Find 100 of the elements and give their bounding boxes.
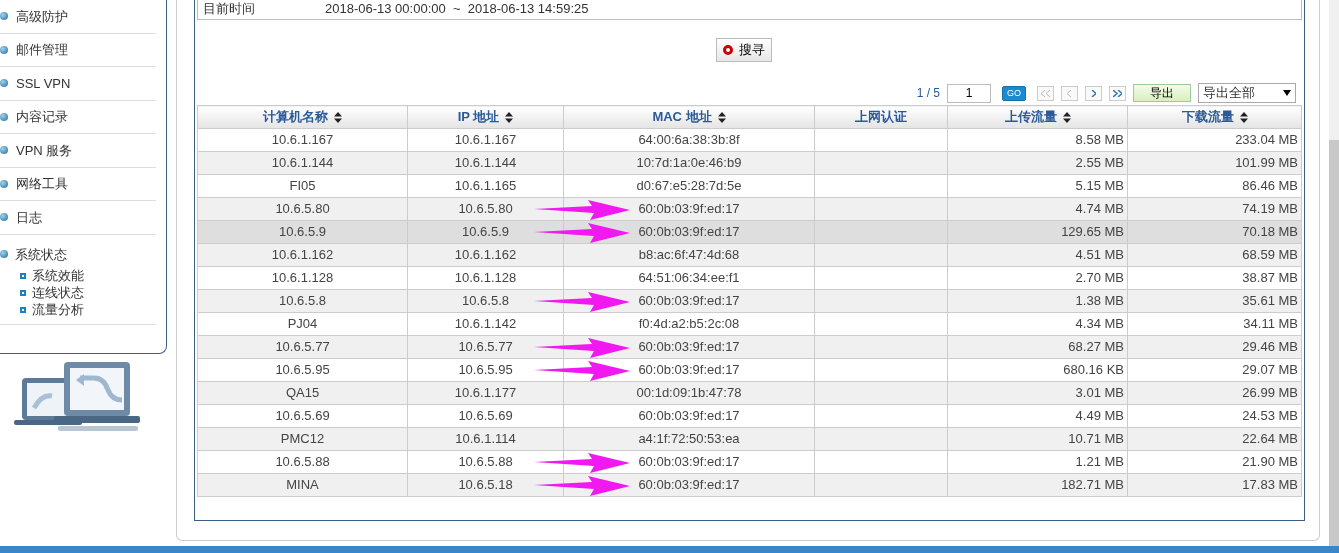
search-button[interactable]: 搜寻	[715, 38, 772, 62]
left-chevron-icon	[1067, 89, 1072, 97]
table-cell: 00:1d:09:1b:47:78	[563, 381, 815, 405]
sidebar-subitem[interactable]: 系统效能	[32, 267, 84, 285]
table-cell: 10.6.1.162	[407, 243, 564, 267]
table-cell: 34.11 MB	[1127, 312, 1302, 336]
sidebar-item[interactable]: 内容记录	[16, 107, 68, 127]
table-cell: 35.61 MB	[1127, 289, 1302, 313]
export-select[interactable]: 导出全部	[1198, 83, 1296, 103]
export-button[interactable]: 导出	[1133, 84, 1191, 102]
square-bullet-icon	[20, 289, 26, 296]
sort-icon[interactable]	[717, 112, 726, 124]
sidebar-item[interactable]: 网络工具	[16, 174, 68, 194]
table-cell: 10.6.5.8	[197, 289, 408, 313]
table-cell: 3.01 MB	[947, 381, 1128, 405]
column-header[interactable]: 上传流量	[947, 105, 1128, 129]
double-right-chevron-icon	[1113, 89, 1122, 97]
table-cell: 10.6.1.144	[197, 151, 408, 175]
sidebar-item[interactable]: SSL VPN	[16, 73, 71, 93]
table-cell: 8.58 MB	[947, 128, 1128, 152]
table-cell: 10.6.1.114	[407, 427, 564, 451]
table-cell: MINA	[197, 473, 408, 497]
table-cell: d0:67:e5:28:7d:5e	[563, 174, 815, 198]
table-cell: b8:ac:6f:47:4d:68	[563, 243, 815, 267]
square-bullet-icon	[20, 306, 26, 313]
table-cell: 10.6.1.162	[197, 243, 408, 267]
table-cell: 10.6.1.128	[407, 266, 564, 290]
table-cell: 10.6.5.69	[197, 404, 408, 428]
go-button[interactable]: GO	[1002, 85, 1026, 101]
sidebar-item[interactable]: 邮件管理	[16, 40, 68, 60]
column-header[interactable]: 下载流量	[1127, 105, 1302, 129]
table-cell: 10.6.1.165	[407, 174, 564, 198]
sort-icon[interactable]	[334, 112, 342, 124]
dropdown-arrow-icon	[1283, 90, 1291, 96]
table-cell: 129.65 MB	[947, 220, 1128, 244]
sidebar-item[interactable]: 日志	[16, 207, 42, 227]
table-cell: 26.99 MB	[1127, 381, 1302, 405]
sidebar-item[interactable]: 高级防护	[16, 6, 68, 26]
table-cell: 4.74 MB	[947, 197, 1128, 221]
column-header: 上网认证	[814, 105, 948, 129]
table-cell: 101.99 MB	[1127, 151, 1302, 175]
table-cell: 10.6.1.128	[197, 266, 408, 290]
sidebar-item[interactable]: VPN 服务	[16, 140, 73, 160]
sidebar-subitem[interactable]: 流量分析	[32, 301, 84, 319]
table-cell: 68.27 MB	[947, 335, 1128, 359]
table-cell: 10.6.5.88	[197, 450, 408, 474]
table-cell: 1.38 MB	[947, 289, 1128, 313]
double-left-chevron-icon	[1041, 89, 1050, 97]
table-cell: f0:4d:a2:b5:2c:08	[563, 312, 815, 336]
page-input[interactable]: 1	[947, 83, 991, 103]
table-cell: 10.6.1.142	[407, 312, 564, 336]
table-cell: 680.16 KB	[947, 358, 1128, 382]
table-cell: 2.55 MB	[947, 151, 1128, 175]
table-cell: 74.19 MB	[1127, 197, 1302, 221]
next-page-button[interactable]	[1085, 85, 1102, 101]
table-cell: 86.46 MB	[1127, 174, 1302, 198]
table-cell: 10.6.5.69	[407, 404, 564, 428]
table-cell: 68.59 MB	[1127, 243, 1302, 267]
table-cell: 29.07 MB	[1127, 358, 1302, 382]
time-value: 2018-06-13 00:00:00 ~ 2018-06-13 14:59:25	[325, 2, 589, 15]
bullet-icon	[0, 112, 8, 121]
last-page-button[interactable]	[1109, 85, 1126, 101]
sort-icon[interactable]	[1239, 112, 1248, 124]
bullet-icon	[0, 79, 8, 88]
time-label: 目前时间	[203, 2, 255, 15]
table-cell: 10.71 MB	[947, 427, 1128, 451]
table-cell: 21.90 MB	[1127, 450, 1302, 474]
table-cell: 24.53 MB	[1127, 404, 1302, 428]
table-cell: 64:51:06:34:ee:f1	[563, 266, 815, 290]
table-cell: QA15	[197, 381, 408, 405]
sidebar-item[interactable]: 系统状态	[14, 244, 67, 264]
table-cell: FI05	[197, 174, 408, 198]
column-header[interactable]: 计算机名称	[197, 105, 408, 129]
table-cell: PMC12	[197, 427, 408, 451]
table-cell: 10.6.1.167	[407, 128, 564, 152]
column-header[interactable]: IP 地址	[407, 105, 564, 129]
table-cell: 38.87 MB	[1127, 266, 1302, 290]
scrollbar-thumb[interactable]	[1329, 140, 1339, 546]
sidebar-subitem[interactable]: 连线状态	[32, 284, 84, 302]
column-header[interactable]: MAC 地址	[563, 105, 815, 129]
table-cell: 4.34 MB	[947, 312, 1128, 336]
table-cell: 5.15 MB	[947, 174, 1128, 198]
bullet-icon	[0, 146, 8, 155]
table-cell: 4.49 MB	[947, 404, 1128, 428]
table-cell: 10.6.5.77	[197, 335, 408, 359]
table-cell: 10.6.1.167	[197, 128, 408, 152]
table-cell: 10.6.5.95	[197, 358, 408, 382]
table-cell: 22.64 MB	[1127, 427, 1302, 451]
bullet-icon	[0, 12, 8, 21]
sort-icon[interactable]	[505, 112, 514, 124]
page-indicator: 1 / 5	[916, 85, 940, 102]
table-cell: 4.51 MB	[947, 243, 1128, 267]
table-cell: 10.6.5.80	[197, 197, 408, 221]
table-cell: 2.70 MB	[947, 266, 1128, 290]
sort-icon[interactable]	[1062, 112, 1071, 124]
table-cell: 60:0b:03:9f:ed:17	[563, 404, 815, 428]
table-cell: 17.83 MB	[1127, 473, 1302, 497]
square-bullet-icon	[20, 272, 26, 279]
right-chevron-icon	[1091, 89, 1096, 97]
table-cell: 182.71 MB	[947, 473, 1128, 497]
